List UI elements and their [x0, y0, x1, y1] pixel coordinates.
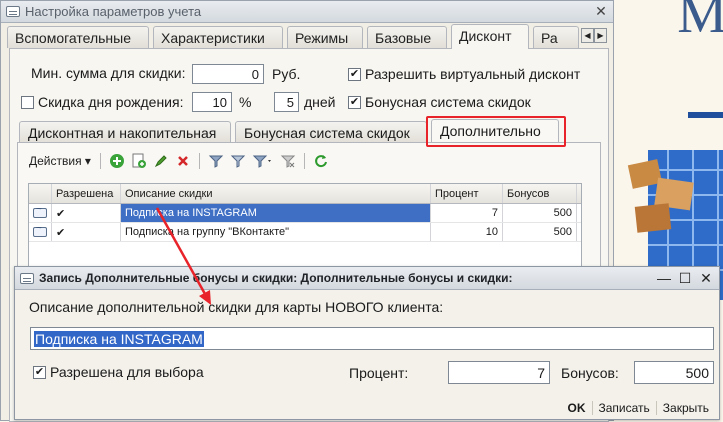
bonus-system-checkbox[interactable]: ✔ Бонусная система скидок: [348, 94, 531, 110]
copy-icon[interactable]: [130, 152, 148, 170]
filter-icon[interactable]: [207, 152, 225, 170]
bonus-system-label: Бонусная система скидок: [365, 94, 531, 110]
allow-virtual-label: Разрешить виртуальный дисконт: [365, 66, 581, 82]
record-icon: [33, 204, 47, 218]
toolbar-separator: [303, 153, 305, 169]
ok-button[interactable]: OK: [562, 401, 592, 415]
close-button[interactable]: Закрыть: [655, 401, 715, 415]
min-sum-field[interactable]: 0: [192, 64, 264, 84]
refresh-icon[interactable]: [312, 152, 330, 170]
record-dialog-titlebar: Запись Дополнительные бонусы и скидки: Д…: [15, 267, 719, 290]
actions-menu[interactable]: Действия ▾: [29, 154, 91, 168]
inner-tab-strip: Дисконтная и накопительная Бонусная сист…: [17, 118, 601, 143]
description-input-value: Подписка на INSTAGRAM: [34, 330, 204, 347]
column-header-allowed[interactable]: Разрешена: [52, 184, 121, 203]
settings-window-titlebar: Настройка параметров учета ✕: [1, 1, 613, 23]
tab-auxiliary[interactable]: Вспомогательные: [7, 26, 149, 48]
delete-icon[interactable]: [174, 152, 192, 170]
table-toolbar: Действия ▾: [29, 150, 330, 172]
scroll-left-icon[interactable]: ◀: [581, 28, 594, 43]
description-input[interactable]: Подписка на INSTAGRAM: [30, 327, 714, 350]
checkbox-icon[interactable]: ✔: [348, 95, 361, 109]
bonus-label: Бонусов:: [561, 365, 619, 381]
table-header: Разрешена Описание скидки Процент Бонусо…: [29, 184, 581, 204]
allowed-cell[interactable]: ✔: [52, 204, 121, 222]
column-header-description[interactable]: Описание скидки: [121, 184, 431, 203]
window-icon: [20, 272, 34, 284]
checkbox-icon[interactable]: ✔: [33, 365, 46, 379]
checkbox-icon[interactable]: ✔: [348, 67, 361, 81]
birthday-discount-checkbox[interactable]: Скидка дня рождения:: [21, 94, 183, 110]
clear-filter-icon[interactable]: [279, 152, 297, 170]
days-label: дней: [304, 94, 336, 110]
percent-label: Процент:: [349, 365, 409, 381]
percent-sign: %: [239, 94, 252, 110]
min-sum-label: Мин. сумма для скидки:: [31, 65, 186, 81]
add-icon[interactable]: [108, 152, 126, 170]
percent-cell[interactable]: 7: [431, 204, 503, 222]
description-cell[interactable]: Подписка на INSTAGRAM: [121, 204, 431, 222]
allowed-for-selection-label: Разрешена для выбора: [50, 364, 204, 380]
table-row[interactable]: ✔ Подписка на INSTAGRAM 7 500: [29, 204, 581, 223]
edit-icon[interactable]: [152, 152, 170, 170]
background-logo: М: [677, 0, 723, 45]
discounts-table: Разрешена Описание скидки Процент Бонусо…: [28, 183, 582, 271]
percent-field[interactable]: 7: [448, 361, 550, 384]
allow-virtual-checkbox[interactable]: ✔ Разрешить виртуальный дисконт: [348, 66, 580, 82]
close-icon[interactable]: ✕: [698, 270, 714, 287]
settings-window-title: Настройка параметров учета: [25, 4, 202, 19]
record-icon: [33, 223, 47, 237]
tab-discount-accumulative[interactable]: Дисконтная и накопительная: [19, 121, 231, 143]
description-prompt-label: Описание дополнительной скидки для карты…: [29, 299, 444, 315]
tab-additional[interactable]: Дополнительно: [431, 119, 559, 143]
close-icon[interactable]: ✕: [594, 3, 608, 20]
filter-value-icon[interactable]: [229, 152, 247, 170]
bonus-cell[interactable]: 500: [503, 204, 577, 222]
maximize-icon[interactable]: ☐: [677, 270, 693, 287]
record-dialog: Запись Дополнительные бонусы и скидки: Д…: [14, 266, 720, 420]
tab-more[interactable]: Ра: [533, 26, 579, 48]
checkbox-icon[interactable]: [21, 95, 34, 109]
tab-scroll-buttons: ◀ ▶: [581, 28, 607, 43]
description-cell[interactable]: Подписка на группу "ВКонтакте": [121, 223, 431, 241]
tab-basic[interactable]: Базовые: [367, 26, 447, 48]
row-icon-cell: [29, 204, 52, 222]
birthday-discount-label: Скидка дня рождения:: [38, 94, 184, 110]
tab-bonus-system[interactable]: Бонусная система скидок: [235, 121, 427, 143]
minimize-icon[interactable]: —: [656, 270, 672, 286]
min-sum-row: Мин. сумма для скидки:: [31, 65, 186, 81]
toolbar-separator: [99, 153, 101, 169]
main-tab-strip: Вспомогательные Характеристики Режимы Ба…: [1, 24, 613, 49]
min-sum-unit: Руб.: [272, 66, 301, 82]
tab-modes[interactable]: Режимы: [287, 26, 363, 48]
column-header-bonus[interactable]: Бонусов: [503, 184, 577, 203]
save-button[interactable]: Записать: [591, 401, 656, 415]
dialog-button-bar: OK Записать Закрыть: [15, 397, 719, 419]
column-header-percent[interactable]: Процент: [431, 184, 503, 203]
tab-discount[interactable]: Дисконт: [451, 24, 529, 49]
percent-cell[interactable]: 10: [431, 223, 503, 241]
toolbar-separator: [198, 153, 200, 169]
allowed-for-selection-checkbox[interactable]: ✔ Разрешена для выбора: [33, 364, 204, 380]
actions-label: Действия: [29, 154, 82, 168]
record-dialog-body: Описание дополнительной скидки для карты…: [15, 290, 719, 419]
allowed-cell[interactable]: ✔: [52, 223, 121, 241]
birthday-percent-field[interactable]: 10: [192, 92, 232, 112]
tab-characteristics[interactable]: Характеристики: [153, 26, 283, 48]
scroll-right-icon[interactable]: ▶: [594, 28, 607, 43]
filter-history-icon[interactable]: [251, 152, 275, 170]
table-row[interactable]: ✔ Подписка на группу "ВКонтакте" 10 500: [29, 223, 581, 242]
birthday-days-field[interactable]: 5: [274, 92, 299, 112]
bonus-field[interactable]: 500: [634, 361, 714, 384]
row-icon-cell: [29, 223, 52, 241]
record-dialog-title: Запись Дополнительные бонусы и скидки: Д…: [39, 271, 513, 285]
window-icon: [6, 6, 20, 17]
bonus-cell[interactable]: 500: [503, 223, 577, 241]
icon-column-header: [29, 184, 52, 203]
